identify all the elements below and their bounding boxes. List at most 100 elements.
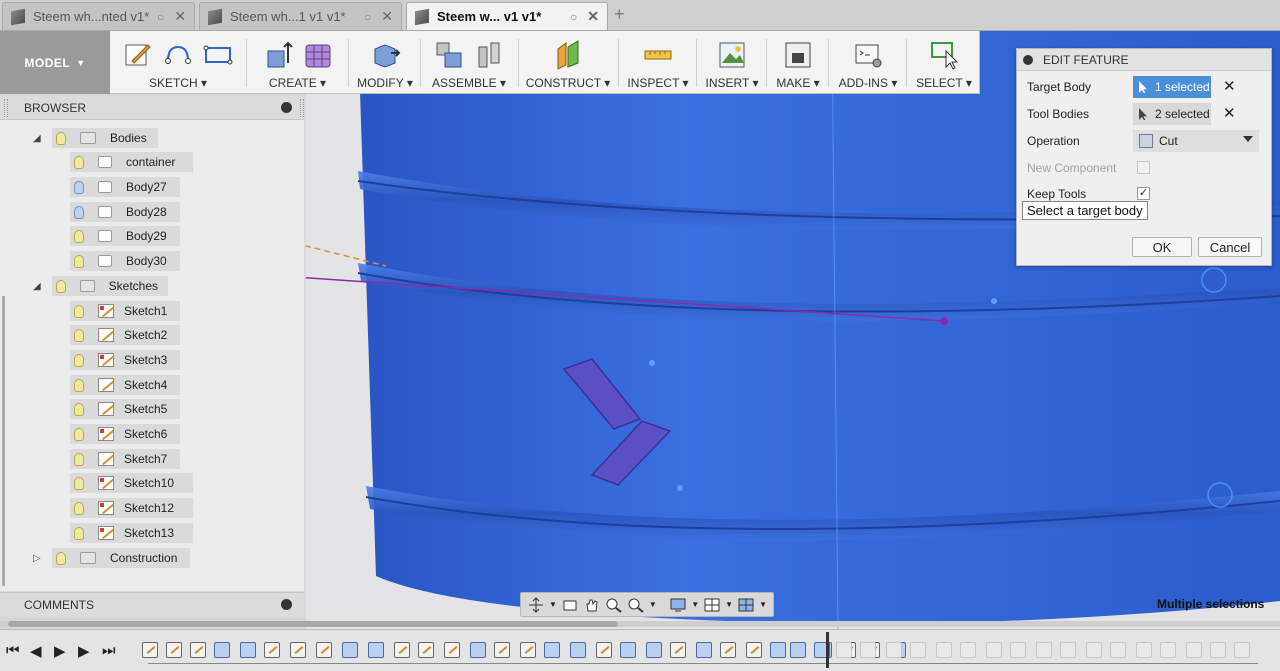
visibility-bulb-icon[interactable] [56,551,66,565]
visibility-bulb-icon[interactable] [74,452,84,466]
document-tab-2[interactable]: Steem wh...1 v1 v1* ○ ✕ [199,2,402,30]
timeline-feature[interactable] [1234,642,1250,658]
timeline-feature[interactable] [290,642,306,658]
new-component-icon[interactable] [433,39,465,71]
close-tab-icon[interactable]: ✕ [174,8,186,25]
chevron-down-icon[interactable]: ▼ [759,600,767,609]
chevron-down-icon[interactable]: ▼ [649,600,657,609]
timeline-feature[interactable] [836,642,852,658]
tree-item-sketch[interactable]: Sketch7 [70,449,180,469]
timeline-feature[interactable] [860,642,876,658]
browser-header[interactable]: BROWSER [0,96,304,120]
timeline-feature[interactable] [368,642,384,658]
timeline-feature[interactable] [520,642,536,658]
tree-item-body[interactable]: Body30 [70,251,180,271]
timeline-feature[interactable] [1036,642,1052,658]
inspect-group[interactable]: INSPECT ▾ [622,31,694,94]
tree-folder-bodies[interactable]: Bodies [52,128,158,148]
play-icon[interactable]: ▶ [54,642,66,660]
timeline-feature[interactable] [570,642,586,658]
timeline-feature[interactable] [770,642,786,658]
operation-dropdown[interactable]: Cut [1133,130,1259,152]
tree-item-sketch[interactable]: Sketch10 [70,473,193,493]
insert-group[interactable]: INSERT ▾ [700,31,764,94]
timeline-feature[interactable] [596,642,612,658]
timeline-feature[interactable] [444,642,460,658]
tree-item-body[interactable]: container [70,152,193,172]
visibility-bulb-icon[interactable] [74,378,84,392]
sketch-point[interactable] [649,360,655,366]
timeline-feature[interactable] [746,642,762,658]
visibility-bulb-icon[interactable] [74,353,84,367]
extrude-icon[interactable] [262,39,294,71]
3d-print-icon[interactable] [782,39,814,71]
create-group[interactable]: CREATE ▾ [250,31,345,94]
visibility-bulb-icon[interactable] [74,427,84,441]
visibility-bulb-icon[interactable] [74,328,84,342]
collapse-panel-icon[interactable] [281,102,292,113]
timeline-feature[interactable] [544,642,560,658]
tree-item-sketch[interactable]: Sketch12 [70,498,193,518]
scrollbar-thumb[interactable] [8,621,618,627]
tree-item-sketch[interactable]: Sketch5 [70,399,180,419]
target-body-selector[interactable]: 1 selected [1133,76,1211,98]
tree-item-sketch[interactable]: Sketch4 [70,375,180,395]
scripts-icon[interactable] [852,39,884,71]
tree-folder-sketches[interactable]: Sketches [52,276,168,296]
add-comment-icon[interactable] [281,599,292,610]
tree-item-sketch[interactable]: Sketch6 [70,424,180,444]
tree-item-body[interactable]: Body27 [70,177,180,197]
form-icon[interactable] [302,39,334,71]
new-component-checkbox[interactable] [1137,161,1150,174]
visibility-bulb-icon[interactable] [74,180,84,194]
collapse-arrow-icon[interactable]: ◢ [33,133,41,144]
tree-folder-construction[interactable]: Construction [52,548,190,568]
tree-item-sketch[interactable]: Sketch13 [70,523,193,543]
timeline-feature[interactable] [960,642,976,658]
arc-icon[interactable] [162,39,194,71]
measure-icon[interactable] [642,39,674,71]
make-group[interactable]: MAKE ▾ [770,31,826,94]
tree-item-sketch[interactable]: Sketch1 [70,301,180,321]
drag-handle[interactable] [300,99,304,117]
timeline-feature[interactable] [190,642,206,658]
timeline-feature[interactable] [342,642,358,658]
ok-button[interactable]: OK [1132,237,1192,257]
tree-item-body[interactable]: Body29 [70,226,180,246]
timeline-feature[interactable] [1110,642,1126,658]
timeline-feature[interactable] [142,642,158,658]
construct-group[interactable]: CONSTRUCT ▾ [520,31,616,94]
visibility-bulb-icon[interactable] [74,476,84,490]
chevron-down-icon[interactable]: ▼ [549,600,557,609]
grid-settings-icon[interactable] [703,597,721,613]
timeline-feature[interactable] [936,642,952,658]
clear-target-body-icon[interactable]: ✕ [1223,77,1236,95]
joint-icon[interactable] [473,39,505,71]
sketch-point[interactable] [940,317,948,325]
create-sketch-icon[interactable] [122,39,154,71]
timeline-feature[interactable] [986,642,1002,658]
timeline-feature[interactable] [166,642,182,658]
tool-bodies-selector[interactable]: 2 selected [1133,103,1211,125]
clear-tool-bodies-icon[interactable]: ✕ [1223,104,1236,122]
pan-hand-icon[interactable] [583,597,601,613]
insert-image-icon[interactable] [716,39,748,71]
cancel-button[interactable]: Cancel [1198,237,1262,257]
workspace-switcher[interactable]: MODEL ▼ [0,31,110,94]
rectangle-icon[interactable] [202,39,234,71]
timeline-feature[interactable] [394,642,410,658]
keep-tools-checkbox[interactable]: ✓ [1137,187,1150,200]
go-to-start-icon[interactable]: ⏮ [6,642,20,659]
chevron-down-icon[interactable]: ▼ [691,600,699,609]
timeline-scrollbar[interactable] [0,621,1280,627]
timeline-feature[interactable] [418,642,434,658]
visibility-bulb-icon[interactable] [74,526,84,540]
collapse-arrow-icon[interactable]: ◢ [33,281,41,292]
zoom-window-icon[interactable] [627,597,645,613]
timeline-marker[interactable] [826,632,829,668]
comments-panel-header[interactable]: COMMENTS [0,592,304,616]
zoom-icon[interactable] [605,597,623,613]
tree-item-sketch[interactable]: Sketch2 [70,325,180,345]
timeline-feature[interactable] [214,642,230,658]
timeline-feature[interactable] [910,642,926,658]
